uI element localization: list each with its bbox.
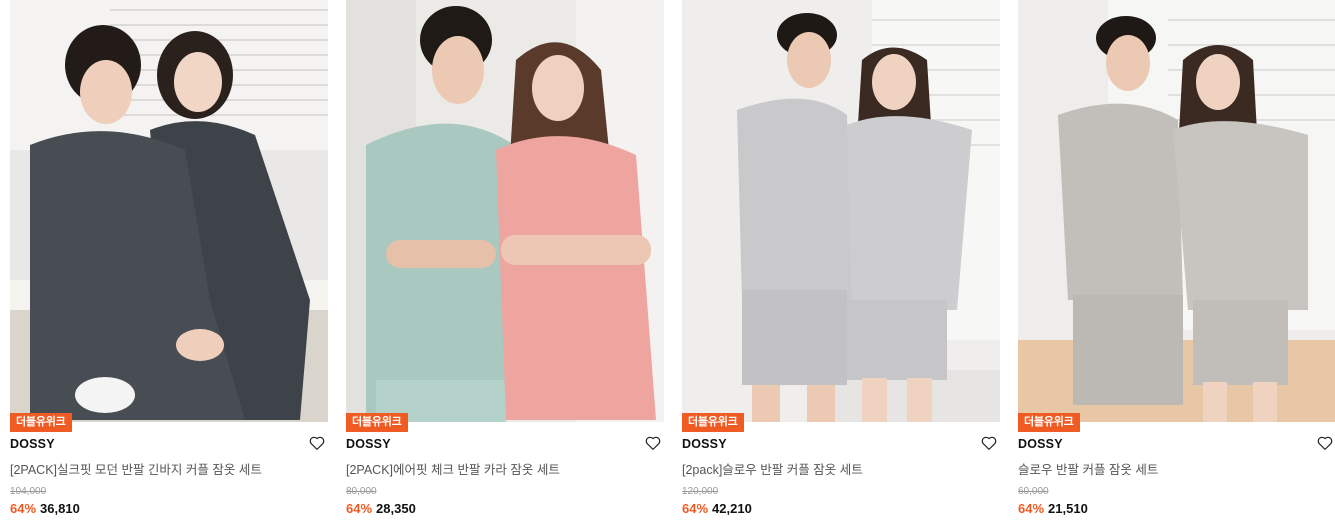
product-image[interactable]	[346, 0, 664, 422]
price-row: 64% 21,510	[1018, 501, 1088, 516]
brand-name[interactable]: DOSSY	[682, 437, 727, 451]
price-row: 64% 42,210	[682, 501, 752, 516]
price-row: 64% 36,810	[10, 501, 80, 516]
original-price: 60,000	[1018, 486, 1049, 497]
product-title[interactable]: [2PACK]에어핏 체크 반팔 카라 잠옷 세트	[346, 459, 646, 478]
brand-name[interactable]: DOSSY	[346, 437, 391, 451]
discount-rate: 64%	[346, 501, 373, 516]
original-price: 120,000	[682, 486, 719, 497]
promo-badge: 더블유위크	[346, 413, 408, 432]
price-row: 64% 28,350	[346, 501, 416, 516]
original-price: 104,000	[10, 486, 47, 497]
sale-price: 21,510	[1048, 501, 1088, 516]
brand-name[interactable]: DOSSY	[1018, 437, 1063, 451]
discount-rate: 64%	[682, 501, 709, 516]
promo-badge: 더블유위크	[10, 413, 72, 432]
product-card[interactable]: 더블유위크 DOSSY [2pack]슬로우 반팔 커플 잠옷 세트 120,0…	[682, 0, 1000, 522]
sale-price: 28,350	[376, 501, 416, 516]
promo-badge: 더블유위크	[682, 413, 744, 432]
product-grid: 더블유위크 DOSSY [2PACK]실크핏 모던 반팔 긴바지 커플 잠옷 세…	[0, 0, 1335, 522]
product-title[interactable]: [2pack]슬로우 반팔 커플 잠옷 세트	[682, 459, 982, 478]
brand-name[interactable]: DOSSY	[10, 437, 55, 451]
original-price: 80,000	[346, 486, 377, 497]
product-card[interactable]: 더블유위크 DOSSY [2PACK]실크핏 모던 반팔 긴바지 커플 잠옷 세…	[10, 0, 328, 522]
heart-outline-icon[interactable]	[644, 434, 662, 452]
promo-badge: 더블유위크	[1018, 413, 1080, 432]
sale-price: 42,210	[712, 501, 752, 516]
product-card[interactable]: 더블유위크 DOSSY 슬로우 반팔 커플 잠옷 세트 60,000 64% 21…	[1018, 0, 1335, 522]
heart-outline-icon[interactable]	[1316, 434, 1334, 452]
product-image[interactable]	[1018, 0, 1335, 422]
product-title[interactable]: [2PACK]실크핏 모던 반팔 긴바지 커플 잠옷 세트	[10, 459, 310, 478]
product-image[interactable]	[10, 0, 328, 422]
discount-rate: 64%	[1018, 501, 1045, 516]
discount-rate: 64%	[10, 501, 37, 516]
heart-outline-icon[interactable]	[980, 434, 998, 452]
product-card[interactable]: 더블유위크 DOSSY [2PACK]에어핏 체크 반팔 카라 잠옷 세트 80…	[346, 0, 664, 522]
product-title[interactable]: 슬로우 반팔 커플 잠옷 세트	[1018, 459, 1318, 478]
sale-price: 36,810	[40, 501, 80, 516]
heart-outline-icon[interactable]	[308, 434, 326, 452]
product-image[interactable]	[682, 0, 1000, 422]
